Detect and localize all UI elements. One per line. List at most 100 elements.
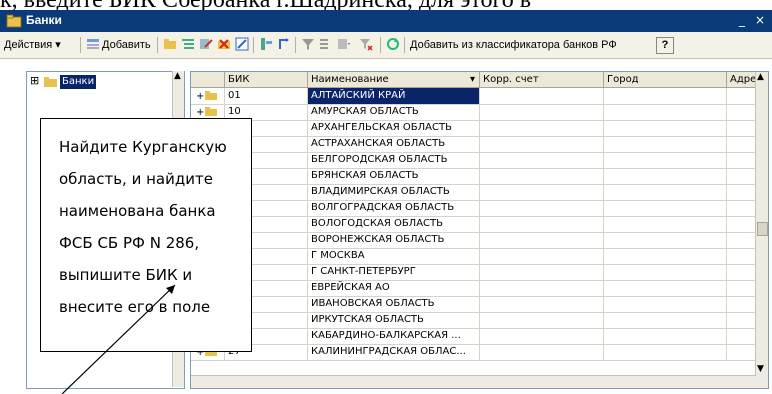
column-header-city[interactable]: Город: [604, 72, 727, 87]
city-cell: [604, 296, 727, 312]
toolbar: Действия ▾ Добавить Добавить из классифи…: [0, 32, 772, 59]
column-header-name[interactable]: Наименование ▾: [308, 72, 480, 87]
corr-account-cell: [480, 328, 604, 344]
name-cell: АМУРСКАЯ ОБЛАСТЬ: [308, 104, 480, 120]
toolbar-separator: [253, 37, 254, 53]
history-dropdown-icon[interactable]: [337, 37, 351, 51]
expand-icon[interactable]: +: [196, 89, 204, 104]
table-vertical-scrollbar[interactable]: ▲ ▼: [755, 72, 768, 388]
scroll-thumb[interactable]: [757, 222, 768, 236]
window-folder-icon: [6, 14, 22, 28]
tree-expander-icon[interactable]: ⊞: [30, 74, 39, 87]
callout-line: выпишите БИК и: [59, 266, 193, 284]
name-cell: ИВАНОВСКАЯ ОБЛАСТЬ: [308, 296, 480, 312]
column-header-bik[interactable]: БИК: [225, 72, 308, 87]
city-cell: [604, 104, 727, 120]
city-cell: [604, 280, 727, 296]
scroll-up-icon[interactable]: ▲: [174, 71, 181, 81]
name-cell: ВОЛГОГРАДСКАЯ ОБЛАСТЬ: [308, 200, 480, 216]
name-cell: АСТРАХАНСКАЯ ОБЛАСТЬ: [308, 136, 480, 152]
city-cell: [604, 344, 727, 360]
toolbar-separator: [157, 37, 158, 53]
column-header-name-label: Наименование: [311, 74, 389, 85]
table-row[interactable]: +10 АМУРСКАЯ ОБЛАСТЬ: [191, 104, 768, 121]
name-cell: ВОРОНЕЖСКАЯ ОБЛАСТЬ: [308, 232, 480, 248]
corr-account-cell: [480, 248, 604, 264]
corr-account-cell: [480, 104, 604, 120]
hierarchy-icon[interactable]: [259, 37, 273, 51]
table-row[interactable]: АСТРАХАНСКАЯ ОБЛАСТЬ: [191, 136, 768, 153]
city-cell: [604, 216, 727, 232]
table-header: БИК Наименование ▾ Корр. счет Город Адре: [191, 72, 768, 88]
table-row[interactable]: +01 АЛТАЙСКИЙ КРАЙ: [191, 88, 768, 105]
close-button[interactable]: ×: [752, 12, 768, 28]
city-cell: [604, 264, 727, 280]
clear-filter-icon[interactable]: [359, 37, 373, 51]
row-marker-cell: +: [191, 88, 225, 104]
name-cell: АРХАНГЕЛЬСКАЯ ОБЛАСТЬ: [308, 120, 480, 136]
filter-list-icon[interactable]: [319, 37, 333, 51]
actions-menu[interactable]: Действия ▾: [4, 36, 61, 54]
name-cell: КАБАРДИНО-БАЛКАРСКАЯ ...: [308, 328, 480, 344]
corr-account-cell: [480, 264, 604, 280]
banks-table: БИК Наименование ▾ Корр. счет Город Адре …: [190, 71, 769, 389]
table-row[interactable]: Г САНКТ-ПЕТЕРБУРГ: [191, 264, 768, 281]
name-cell: ВЛАДИМИРСКАЯ ОБЛАСТЬ: [308, 184, 480, 200]
toolbar-separator: [80, 37, 81, 53]
table-row[interactable]: АРХАНГЕЛЬСКАЯ ОБЛАСТЬ: [191, 120, 768, 137]
corr-account-cell: [480, 280, 604, 296]
table-row[interactable]: ВОЛГОГРАДСКАЯ ОБЛАСТЬ: [191, 200, 768, 217]
city-cell: [604, 88, 727, 104]
table-row[interactable]: Г МОСКВА: [191, 248, 768, 265]
city-cell: [604, 200, 727, 216]
instruction-callout: Найдите Курганскую область, и найдите на…: [40, 118, 252, 352]
table-row[interactable]: +25ИРКУТСКАЯ ОБЛАСТЬ: [191, 312, 768, 329]
name-cell: АЛТАЙСКИЙ КРАЙ: [308, 88, 480, 104]
name-cell: ИРКУТСКАЯ ОБЛАСТЬ: [308, 312, 480, 328]
corr-account-cell: [480, 136, 604, 152]
table-row[interactable]: ВЛАДИМИРСКАЯ ОБЛАСТЬ: [191, 184, 768, 201]
name-cell: БРЯНСКАЯ ОБЛАСТЬ: [308, 168, 480, 184]
corr-account-cell: [480, 120, 604, 136]
table-horizontal-scrollbar[interactable]: [191, 375, 756, 388]
table-row[interactable]: БЕЛГОРОДСКАЯ ОБЛАСТЬ: [191, 152, 768, 169]
column-header-corr-account[interactable]: Корр. счет: [480, 72, 604, 87]
add-from-classifier-button[interactable]: Добавить из классификатора банков РФ: [410, 36, 617, 54]
window-title-bar[interactable]: Банки _ ×: [0, 10, 772, 32]
table-row[interactable]: ВОРОНЕЖСКАЯ ОБЛАСТЬ: [191, 232, 768, 249]
name-cell: ЕВРЕЙСКАЯ АО: [308, 280, 480, 296]
table-row[interactable]: ВОЛОГОДСКАЯ ОБЛАСТЬ: [191, 216, 768, 233]
filter-icon[interactable]: [301, 37, 315, 51]
city-cell: [604, 120, 727, 136]
minimize-button[interactable]: _: [734, 12, 750, 28]
name-cell: Г САНКТ-ПЕТЕРБУРГ: [308, 264, 480, 280]
edit-icon[interactable]: [199, 37, 213, 51]
bik-cell: 01: [225, 88, 308, 104]
set-mark-icon[interactable]: [235, 37, 249, 51]
table-row[interactable]: +27КАЛИНИНГРАДСКАЯ ОБЛАС...: [191, 344, 768, 361]
level-up-icon[interactable]: [277, 37, 291, 51]
corr-account-cell: [480, 216, 604, 232]
toolbar-separator: [404, 37, 405, 53]
copy-icon[interactable]: [181, 37, 195, 51]
add-folder-icon[interactable]: [163, 37, 177, 51]
city-cell: [604, 136, 727, 152]
table-row[interactable]: БРЯНСКАЯ ОБЛАСТЬ: [191, 168, 768, 185]
help-button[interactable]: ?: [656, 37, 674, 54]
scroll-down-icon[interactable]: ▼: [757, 364, 764, 374]
scroll-up-icon[interactable]: ▲: [757, 72, 764, 82]
add-button[interactable]: Добавить: [102, 36, 151, 54]
table-row[interactable]: ЕВРЕЙСКАЯ АО: [191, 280, 768, 297]
corr-account-cell: [480, 184, 604, 200]
actions-label: Действия: [4, 39, 53, 51]
callout-line: ФСБ СБ РФ N 286,: [59, 234, 200, 252]
refresh-icon[interactable]: [386, 37, 400, 51]
city-cell: [604, 168, 727, 184]
city-cell: [604, 328, 727, 344]
mark-delete-icon[interactable]: [217, 37, 231, 51]
callout-line: внесите его в поле: [59, 298, 211, 316]
table-row[interactable]: +83КАБАРДИНО-БАЛКАРСКАЯ ...: [191, 328, 768, 345]
window-title: Банки: [26, 13, 62, 27]
toolbar-separator: [295, 37, 296, 53]
table-row[interactable]: ИВАНОВСКАЯ ОБЛАСТЬ: [191, 296, 768, 313]
